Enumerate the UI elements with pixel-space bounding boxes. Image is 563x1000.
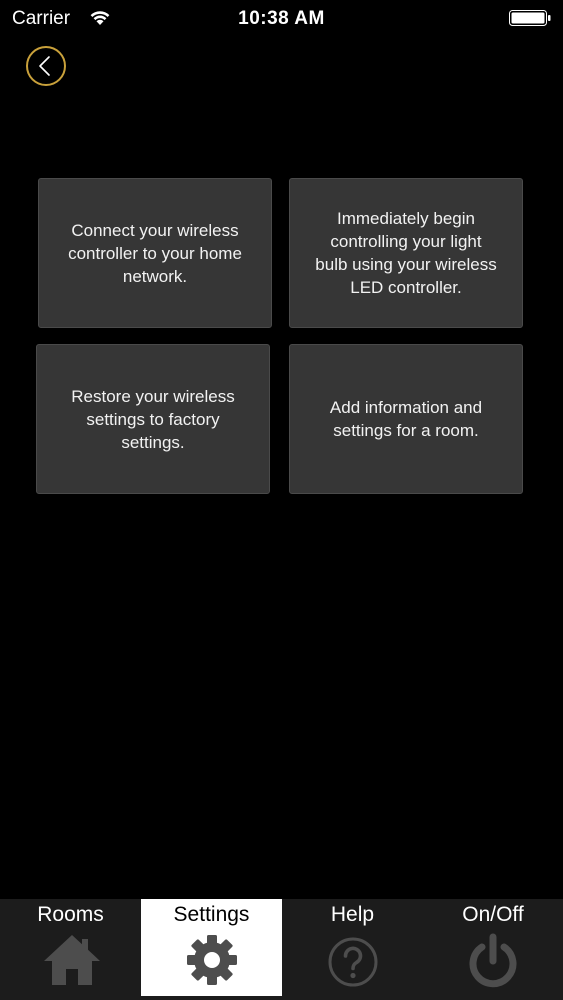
clock: 10:38 AM <box>238 8 325 29</box>
tile-text: Add information and settings for a room. <box>329 398 483 440</box>
tab-help[interactable]: Help <box>282 899 423 996</box>
tab-label: Help <box>330 903 375 926</box>
tab-on-off[interactable]: On/Off <box>423 899 563 996</box>
gear-icon <box>186 935 237 985</box>
power-icon <box>469 933 517 988</box>
question-icon <box>328 937 377 987</box>
tab-label: Settings <box>173 903 250 926</box>
battery-icon <box>509 10 551 26</box>
status-bar: Carrier 10:38 AM <box>0 0 563 38</box>
tab-bar: Rooms Settings Help On/Off <box>0 899 563 1000</box>
tile-text: Restore your wireless settings to factor… <box>71 386 235 452</box>
home-icon <box>44 935 100 985</box>
back-button[interactable] <box>26 46 66 86</box>
tab-label: Rooms <box>37 903 104 926</box>
room-settings-tile[interactable]: Add information and settings for a room. <box>289 344 523 494</box>
tile-text: Connect your wireless controller to your… <box>68 220 242 286</box>
tile-text: Immediately begin controlling your light… <box>315 209 497 297</box>
tab-label: On/Off <box>462 903 524 926</box>
tab-rooms[interactable]: Rooms <box>0 899 141 996</box>
control-bulb-tile[interactable]: Immediately begin controlling your light… <box>289 178 523 328</box>
factory-reset-tile[interactable]: Restore your wireless settings to factor… <box>36 344 270 494</box>
chevron-left-icon <box>39 56 50 76</box>
tab-settings[interactable]: Settings <box>141 899 282 996</box>
connect-network-tile[interactable]: Connect your wireless controller to your… <box>38 178 272 328</box>
